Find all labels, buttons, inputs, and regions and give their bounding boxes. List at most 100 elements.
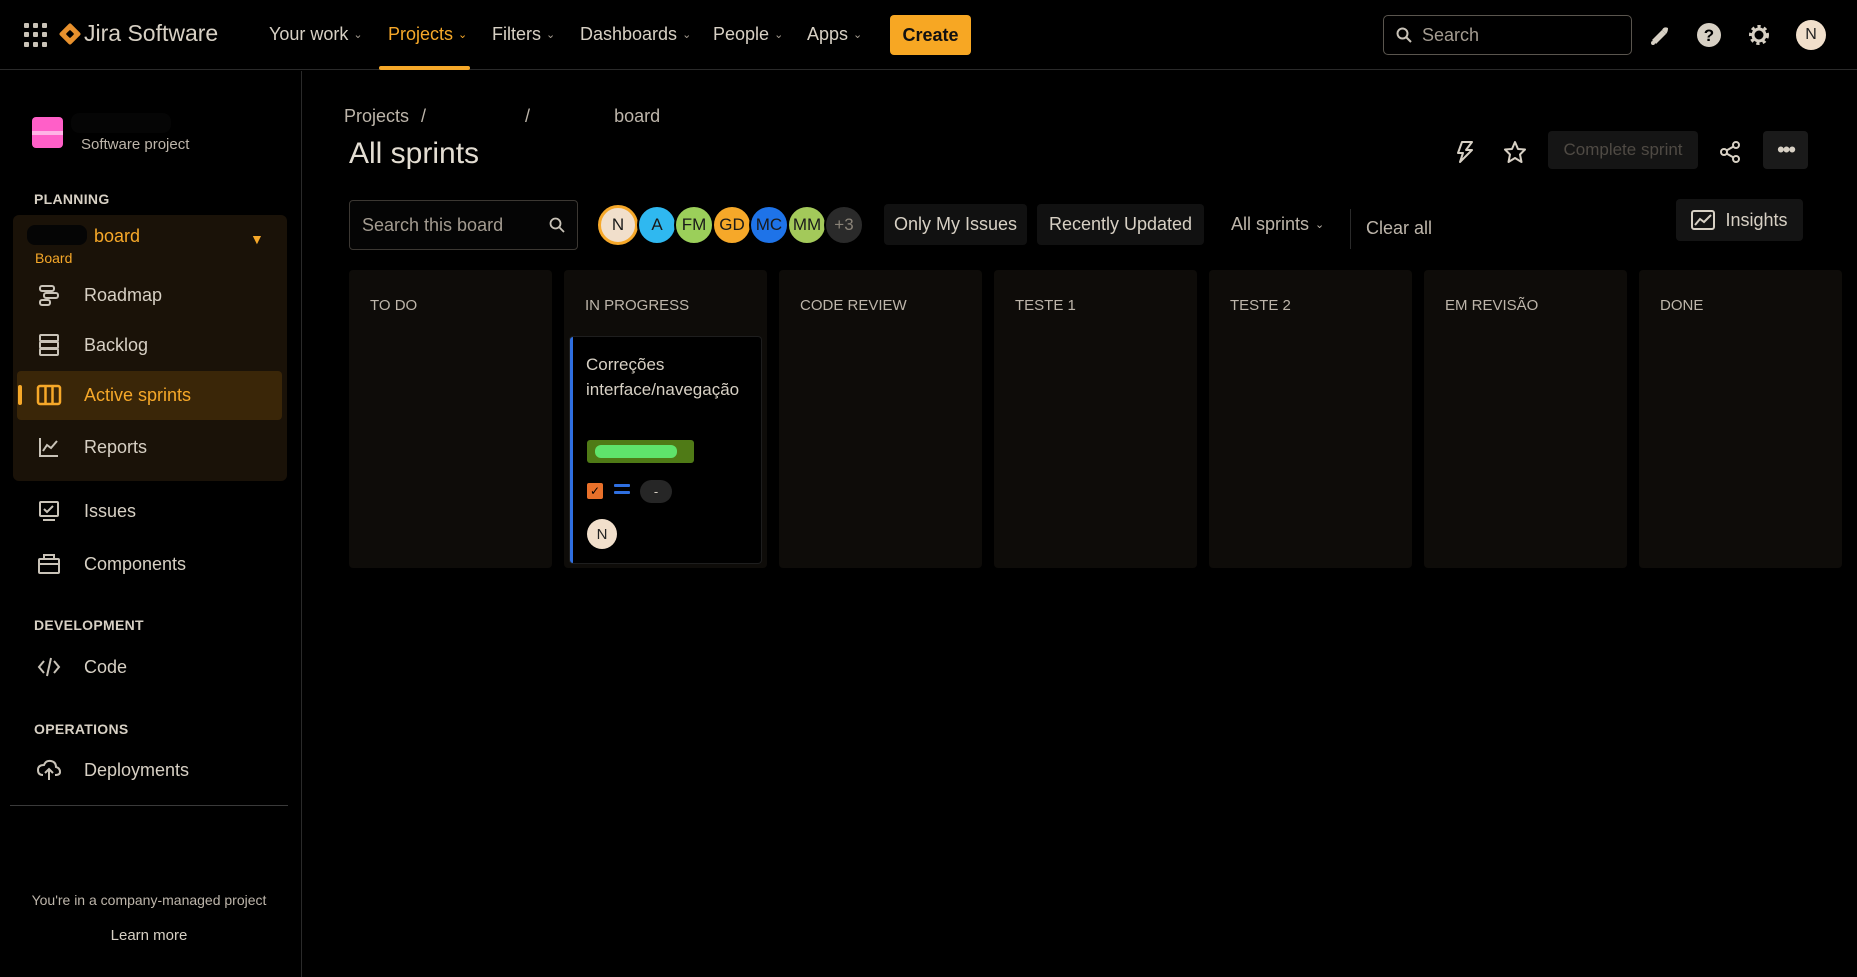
filter-avatar[interactable]: A (637, 205, 677, 245)
automation-lightning-icon[interactable] (1449, 136, 1481, 168)
search-icon (549, 217, 565, 233)
only-my-issues-filter[interactable]: Only My Issues (884, 204, 1027, 245)
breadcrumb-project-redacted[interactable] (438, 106, 513, 127)
filter-avatar[interactable]: FM (674, 205, 714, 245)
sidebar-item-backlog[interactable]: Backlog (36, 332, 148, 358)
chevron-down-icon[interactable]: ▼ (250, 231, 264, 247)
filter-avatar[interactable]: MM (787, 205, 827, 245)
sidebar-item-label: Backlog (84, 334, 149, 355)
svg-text:?: ? (1704, 26, 1714, 45)
nav-people[interactable]: People ⌄ (713, 24, 783, 45)
more-actions-button[interactable]: ••• (1763, 131, 1808, 169)
roadmap-icon (36, 282, 62, 308)
task-type-icon: ✓ (587, 483, 603, 499)
board-search-input[interactable]: Search this board (349, 200, 578, 250)
user-avatar[interactable]: N (1796, 20, 1826, 50)
avatar-initials: FM (681, 215, 707, 234)
company-managed-note: You're in a company-managed project (31, 892, 267, 908)
notifications-icon[interactable] (1644, 20, 1674, 50)
jira-logo[interactable]: Jira Software (58, 20, 219, 47)
board-search-placeholder: Search this board (362, 214, 504, 235)
filter-avatar[interactable]: MC (749, 205, 789, 245)
board-column-teste-1[interactable]: TESTE 1 (994, 270, 1197, 568)
search-icon (1396, 27, 1412, 43)
reports-icon (36, 434, 62, 460)
nav-apps[interactable]: Apps ⌄ (807, 24, 862, 45)
sidebar-item-components[interactable]: Components (36, 551, 186, 577)
help-icon[interactable]: ? (1694, 20, 1724, 50)
create-button[interactable]: Create (890, 15, 971, 55)
settings-icon[interactable] (1744, 20, 1774, 50)
epic-label-redacted[interactable] (587, 440, 694, 463)
column-title: TESTE 1 (1015, 297, 1076, 314)
complete-sprint-button[interactable]: Complete sprint (1548, 131, 1698, 169)
global-search-input[interactable]: Search (1383, 15, 1632, 55)
project-type: Software project (81, 136, 190, 153)
more-avatars-button[interactable]: +3 (824, 205, 864, 245)
breadcrumb-projects[interactable]: Projects (344, 106, 409, 127)
column-title: DONE (1660, 297, 1704, 314)
breadcrumb-separator: / (421, 106, 427, 126)
filter-avatar[interactable]: N (598, 205, 638, 245)
planning-section-title: PLANNING (34, 191, 110, 207)
avatar-initials: N (611, 215, 625, 234)
sidebar-item-active-sprints[interactable]: Active sprints (36, 382, 191, 408)
board-column-code-review[interactable]: CODE REVIEW (779, 270, 982, 568)
learn-more-link[interactable]: Learn more (0, 927, 298, 944)
top-navigation: Jira Software Your work ⌄ Projects ⌄ Filte… (0, 0, 1857, 70)
insights-label: Insights (1725, 209, 1788, 230)
column-title: TESTE 2 (1230, 297, 1291, 314)
recently-updated-filter[interactable]: Recently Updated (1037, 204, 1204, 245)
avatar-initials: +3 (834, 215, 854, 234)
sprint-selector[interactable]: All sprints ⌄ (1231, 214, 1324, 235)
chevron-down-icon: ⌄ (853, 29, 863, 41)
nav-apps-label: Apps (807, 24, 849, 44)
nav-active-indicator (379, 66, 470, 70)
nav-filters[interactable]: Filters ⌄ (492, 24, 555, 45)
sidebar-item-deployments[interactable]: Deployments (36, 757, 189, 783)
board-name-redacted (27, 225, 87, 245)
page-title: All sprints (349, 137, 480, 170)
column-title: IN PROGRESS (585, 297, 690, 314)
app-switcher-icon[interactable] (24, 23, 48, 47)
issues-icon (36, 498, 62, 524)
backlog-icon (36, 332, 62, 358)
sidebar-item-reports[interactable]: Reports (36, 434, 147, 460)
star-icon[interactable] (1499, 136, 1531, 168)
board-selector[interactable]: board (94, 226, 140, 247)
board-column-teste-2[interactable]: TESTE 2 (1209, 270, 1412, 568)
product-name: Jira Software (84, 20, 219, 46)
sidebar-item-roadmap[interactable]: Roadmap (36, 282, 162, 308)
nav-your-work[interactable]: Your work ⌄ (269, 24, 363, 45)
nav-people-label: People (713, 24, 770, 44)
issue-card[interactable]: Correções interface/navegação ✓ - N (570, 337, 761, 563)
sidebar-item-issues[interactable]: Issues (36, 498, 136, 524)
filter-avatar[interactable]: GD (712, 205, 752, 245)
priority-medium-icon (614, 484, 630, 497)
insights-button[interactable]: Insights (1676, 199, 1803, 241)
breadcrumb-board-redacted (542, 106, 602, 127)
assignee-avatar[interactable]: N (587, 519, 617, 549)
avatar-initials: MM (792, 215, 822, 234)
board-column-em-revisao[interactable]: EM REVISÃO (1424, 270, 1627, 568)
nav-dashboards[interactable]: Dashboards ⌄ (580, 24, 691, 45)
board-column-done[interactable]: DONE (1639, 270, 1842, 568)
nav-projects[interactable]: Projects ⌄ (388, 24, 467, 45)
chevron-down-icon: ⌄ (682, 29, 692, 41)
sidebar-item-label: Deployments (84, 759, 190, 780)
breadcrumb-board[interactable]: board (614, 106, 660, 127)
deployments-icon (36, 757, 62, 783)
project-sidebar: Software project PLANNING board Board ▼ … (0, 71, 302, 977)
nav-dashboards-label: Dashboards (580, 24, 678, 44)
nav-projects-label: Projects (388, 24, 454, 44)
project-avatar-icon (32, 117, 63, 148)
chevron-down-icon: ⌄ (353, 29, 363, 41)
column-title: CODE REVIEW (800, 297, 907, 314)
sidebar-item-label: Roadmap (84, 284, 163, 305)
sidebar-item-code[interactable]: Code (36, 654, 127, 680)
nav-filters-label: Filters (492, 24, 541, 44)
board-column-todo[interactable]: TO DO (349, 270, 552, 568)
clear-all-button[interactable]: Clear all (1366, 218, 1432, 239)
share-icon[interactable] (1714, 136, 1746, 168)
issue-title: Correções interface/navegação (586, 355, 740, 399)
